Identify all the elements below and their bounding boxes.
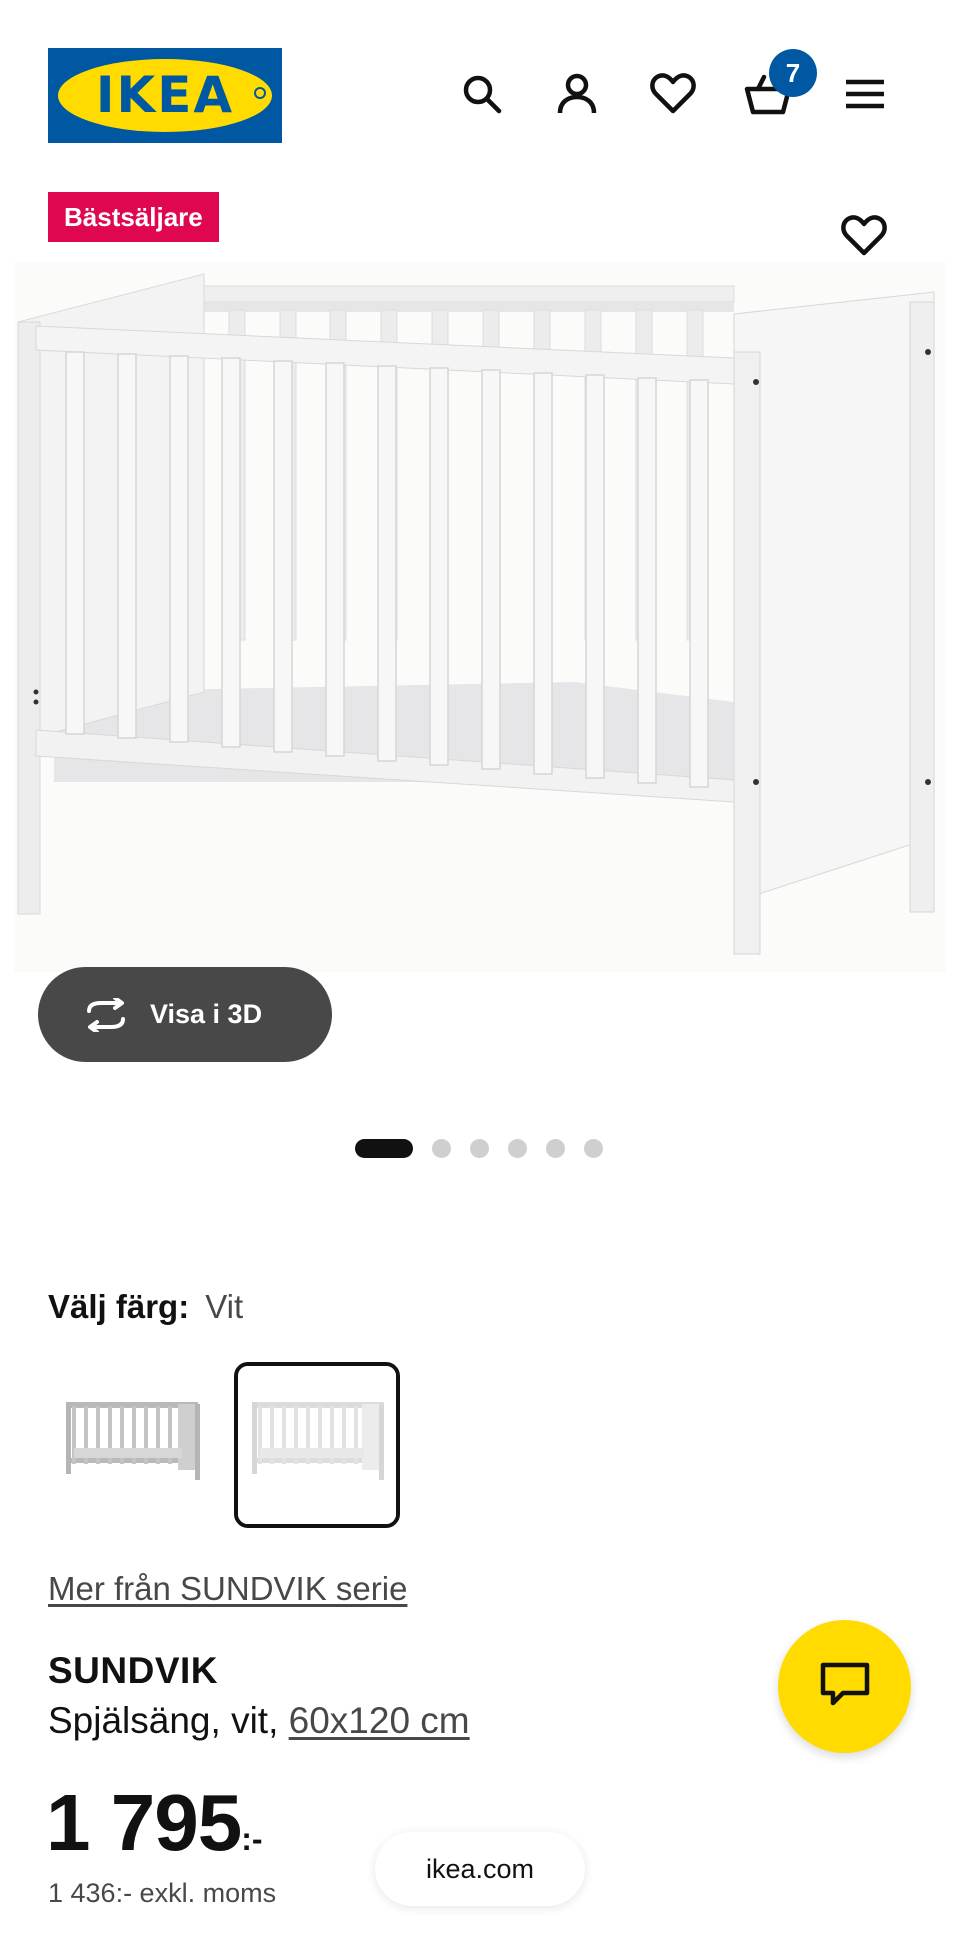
size-link[interactable]: 60x120 cm xyxy=(289,1700,470,1741)
color-swatch-white-selected[interactable] xyxy=(234,1362,400,1528)
heart-icon[interactable] xyxy=(645,66,701,122)
logo-oval: IKEA xyxy=(58,59,272,132)
product-name: SUNDVIK xyxy=(48,1650,219,1691)
logo-text: IKEA xyxy=(95,66,235,124)
cart-count-badge: 7 xyxy=(769,49,817,97)
product-description-text: Spjälsäng, vit, xyxy=(48,1700,279,1741)
rotate-3d-icon xyxy=(80,989,132,1041)
color-label: Välj färg: xyxy=(48,1288,190,1325)
color-selector-label: Välj färg: Vit xyxy=(48,1288,243,1326)
color-value: Vit xyxy=(205,1288,244,1325)
product-image-crib[interactable] xyxy=(14,262,946,972)
carousel-dot-4[interactable] xyxy=(508,1138,527,1158)
chat-button[interactable] xyxy=(778,1620,911,1753)
view-in-3d-button[interactable]: Visa i 3D xyxy=(38,967,332,1062)
image-carousel-dots xyxy=(355,1138,622,1158)
price: 1 795:- xyxy=(46,1778,263,1884)
menu-icon[interactable] xyxy=(837,66,893,122)
carousel-dot-3[interactable] xyxy=(470,1138,489,1158)
carousel-dot-5[interactable] xyxy=(546,1138,565,1158)
site-header: IKEA 7 xyxy=(0,0,960,180)
chat-bubble-icon xyxy=(819,1661,871,1712)
color-swatch-grey[interactable] xyxy=(48,1362,214,1528)
view-in-3d-label: Visa i 3D xyxy=(150,999,263,1029)
add-to-favorites-heart-icon[interactable] xyxy=(836,208,892,264)
price-ex-vat: 1 436:- exkl. moms xyxy=(48,1878,277,1908)
user-icon[interactable] xyxy=(549,66,605,122)
carousel-dot-2[interactable] xyxy=(432,1138,451,1158)
price-suffix: :- xyxy=(241,1821,263,1857)
carousel-dot-6[interactable] xyxy=(584,1138,603,1158)
bestseller-tag: Bästsäljare xyxy=(48,192,219,242)
carousel-dot-1[interactable] xyxy=(355,1138,413,1158)
series-link[interactable]: Mer från SUNDVIK serie xyxy=(48,1570,407,1608)
registered-mark-icon xyxy=(254,87,266,99)
browser-url-pill[interactable]: ikea.com xyxy=(375,1832,585,1906)
search-icon[interactable] xyxy=(454,66,510,122)
product-description: Spjälsäng, vit, 60x120 cm xyxy=(48,1700,470,1742)
ikea-logo[interactable]: IKEA xyxy=(48,48,282,143)
price-main: 1 795 xyxy=(46,1778,242,1867)
